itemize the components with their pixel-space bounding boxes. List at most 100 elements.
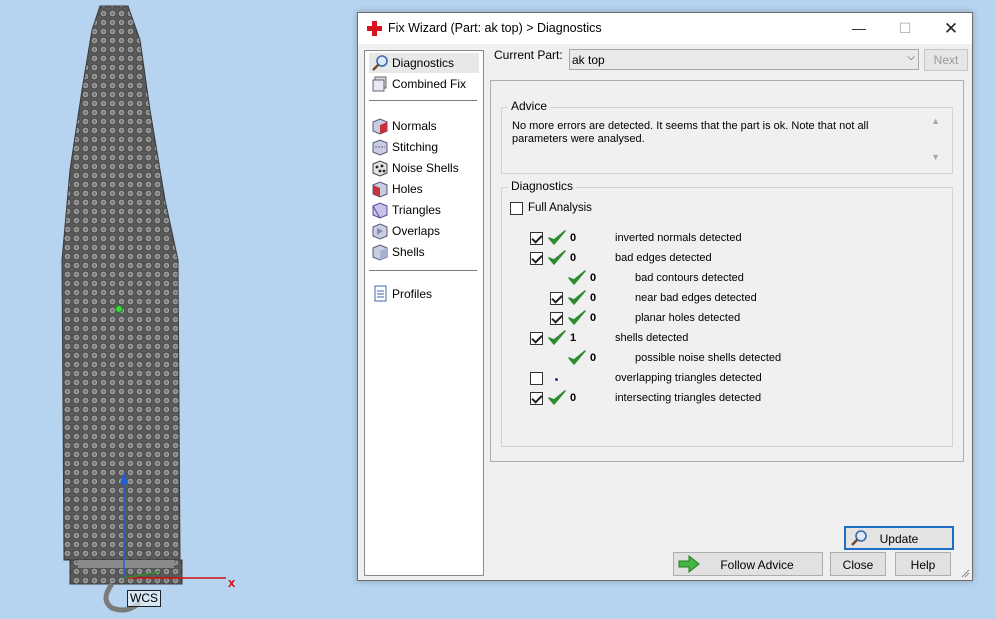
part-body <box>61 5 181 561</box>
diagnostic-count: 0 <box>570 252 577 264</box>
diagnostic-count: 0 <box>590 352 597 364</box>
diagnostic-checkbox[interactable] <box>530 332 543 345</box>
nav-item-diagnostics[interactable]: Diagnostics <box>369 53 479 73</box>
full-analysis-label: Full Analysis <box>528 202 592 214</box>
checkmark-icon <box>548 230 566 245</box>
profiles-document-icon <box>374 285 387 302</box>
diagnostic-checkbox[interactable] <box>530 372 543 385</box>
advice-text: No more errors are detected. It seems th… <box>512 120 869 145</box>
current-part-select[interactable]: ak top ⌵ <box>569 49 919 70</box>
follow-advice-label: Follow Advice <box>720 558 794 572</box>
nav-item-label: Noise Shells <box>392 161 459 175</box>
minimize-button[interactable]: — <box>836 13 882 44</box>
stitching-cube-icon <box>372 139 388 156</box>
scroll-down-icon[interactable]: ▼ <box>931 152 940 162</box>
viewport-3d[interactable]: x WCS <box>0 0 356 619</box>
diagnostic-label: planar holes detected <box>635 312 741 324</box>
diagnostics-group: Diagnostics Full Analysis 0 inverted norm… <box>501 179 954 550</box>
close-label: Close <box>842 558 874 572</box>
diagnostic-row: 0 inverted normals detected <box>502 230 942 248</box>
full-analysis-checkbox[interactable] <box>510 202 523 215</box>
noise-shells-icon <box>372 160 388 177</box>
nav-item-shells[interactable]: Shells <box>369 242 479 262</box>
normals-cube-icon <box>372 118 388 135</box>
diagnostics-panel: Advice No more errors are detected. It s… <box>490 80 964 550</box>
checkmark-icon <box>568 290 586 305</box>
nav-item-stitching[interactable]: Stitching <box>369 137 479 157</box>
nav-item-combined-fix[interactable]: Combined Fix <box>369 74 479 94</box>
scroll-up-icon[interactable]: ▲ <box>931 116 940 126</box>
update-label: Update <box>879 532 919 546</box>
close-button[interactable]: Close <box>830 552 886 576</box>
advice-group: Advice No more errors are detected. It s… <box>501 99 953 174</box>
nav-item-label: Profiles <box>392 287 433 301</box>
axis-x-label: x <box>228 575 236 590</box>
diagnostic-row: 0 bad edges detected <box>502 250 942 268</box>
diagnostic-label: shells detected <box>615 332 689 344</box>
diagnostic-label: bad edges detected <box>615 252 712 264</box>
nav-item-label: Holes <box>392 182 423 196</box>
diagnostic-row: 0 bad contours detected <box>502 270 942 288</box>
help-button[interactable]: Help <box>895 552 951 576</box>
nav-item-label: Triangles <box>392 203 441 217</box>
diagnostic-checkbox[interactable] <box>530 392 543 405</box>
nav-item-profiles[interactable]: Profiles <box>369 284 479 304</box>
diagnostic-row: 0 intersecting triangles detected <box>502 390 942 408</box>
maximize-button[interactable]: ☐ <box>882 13 928 44</box>
nav-item-label: Normals <box>392 119 437 133</box>
resize-grip-icon[interactable] <box>960 568 970 578</box>
nav-item-normals[interactable]: Normals <box>369 116 479 136</box>
nav-item-noise-shells[interactable]: Noise Shells <box>369 158 479 178</box>
full-analysis-option[interactable]: Full Analysis <box>510 201 710 219</box>
checkmark-icon <box>568 270 586 285</box>
diagnostic-count: 0 <box>570 392 577 404</box>
diagnostic-count: 0 <box>590 272 597 284</box>
pivot-point <box>115 305 123 313</box>
diagnostic-checkbox[interactable] <box>530 232 543 245</box>
current-part-value: ak top <box>572 53 605 67</box>
diagnostic-row: 1 shells detected <box>502 330 942 348</box>
checkmark-icon <box>568 350 586 365</box>
title-bar[interactable]: Fix Wizard (Part: ak top) > Diagnostics … <box>358 13 972 44</box>
diagnostic-label: inverted normals detected <box>615 232 742 244</box>
follow-advice-button[interactable]: Follow Advice <box>673 552 823 576</box>
help-label: Help <box>910 558 936 572</box>
diagnostic-count: 0 <box>590 292 597 304</box>
diagnostic-checkbox[interactable] <box>530 252 543 265</box>
diagnostic-count: 1 <box>570 332 577 344</box>
red-cross-icon <box>367 21 382 36</box>
nav-item-label: Shells <box>392 245 425 259</box>
diagnostic-checkbox[interactable] <box>550 312 563 325</box>
diagnostic-count: 0 <box>590 312 597 324</box>
nav-separator <box>369 270 477 271</box>
nav-item-triangles[interactable]: Triangles <box>369 200 479 220</box>
pending-dot-icon <box>555 378 558 381</box>
nav-item-holes[interactable]: Holes <box>369 179 479 199</box>
update-button[interactable]: Update <box>844 526 954 550</box>
diagnostic-count: 0 <box>570 232 577 244</box>
close-window-button[interactable]: ✕ <box>928 13 974 44</box>
checkmark-icon <box>548 330 566 345</box>
nav-item-overlaps[interactable]: Overlaps <box>369 221 479 241</box>
wcs-label: WCS <box>127 590 161 607</box>
checkmark-icon <box>568 310 586 325</box>
part-model[interactable] <box>0 0 356 619</box>
next-button[interactable]: Next <box>924 49 968 71</box>
advice-title: Advice <box>508 99 551 113</box>
nav-item-label: Combined Fix <box>392 77 467 91</box>
diagnostic-row: 0 possible noise shells detected <box>502 350 942 368</box>
nav-item-label: Overlaps <box>392 224 441 238</box>
window-title: Fix Wizard (Part: ak top) > Diagnostics <box>388 21 602 35</box>
fix-wizard-dialog: Fix Wizard (Part: ak top) > Diagnostics … <box>357 12 973 581</box>
diagnostic-label: intersecting triangles detected <box>615 392 762 404</box>
diagnostic-label: bad contours detected <box>635 272 744 284</box>
diagnostic-checkbox[interactable] <box>550 292 563 305</box>
checkmark-icon <box>548 390 566 405</box>
nav-item-label: Diagnostics <box>392 56 455 70</box>
diagnostic-row: 0 near bad edges detected <box>502 290 942 308</box>
diagnostics-title: Diagnostics <box>508 179 577 193</box>
wizard-nav: Diagnostics Combined Fix Normals Stitchi… <box>364 50 484 576</box>
magnifier-icon <box>372 55 388 71</box>
combined-fix-icon <box>372 76 387 92</box>
triangles-cube-icon <box>372 202 388 219</box>
